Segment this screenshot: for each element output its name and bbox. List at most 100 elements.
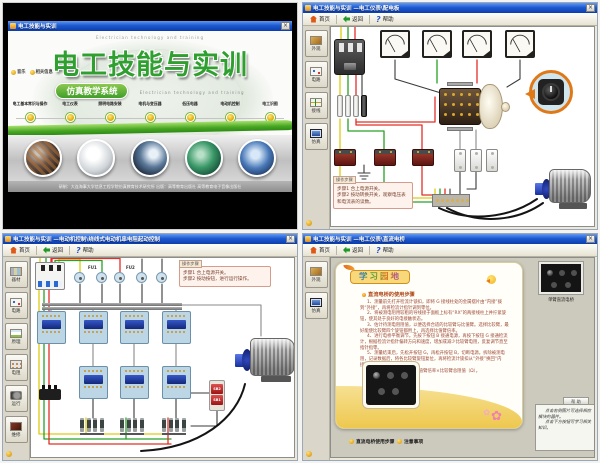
link-label: 注意事项: [404, 438, 423, 445]
simulation-icon: [310, 298, 322, 307]
principle-icon: [10, 329, 22, 338]
info-button[interactable]: 相关信息: [30, 69, 53, 75]
back-icon: [43, 247, 50, 254]
sidebar: 外观 仿真: [303, 257, 330, 460]
window-distribution-board: 电工技能与实训 —电工仪表\配电板 × 首页 返回 帮助 外观 电路 接线 仿真: [302, 2, 598, 230]
back-icon: [343, 16, 350, 23]
titlebar: 电工技能与实训 ×: [8, 21, 292, 31]
contactor: [79, 311, 108, 344]
analog-meter-3: [462, 30, 492, 58]
close-icon[interactable]: ×: [586, 4, 595, 12]
content-title: 直流电桥的使用步骤: [368, 291, 415, 298]
sidebar-button-circuit[interactable]: 电路: [305, 61, 328, 88]
menu-item-label: 电工仪表: [52, 101, 89, 107]
sidebar-button-simulation[interactable]: 仿真: [305, 292, 328, 319]
operation-steps-box: 操作步骤 步骤1 合上电源开关。 步骤2 按动转换开关，观察电压表和电流表的读数…: [333, 182, 413, 209]
app-icon: [5, 236, 11, 242]
sidebar-button-resistors[interactable]: 电阻: [5, 354, 28, 381]
menu-item-instruments[interactable]: 电工仪表: [50, 101, 90, 126]
pushbutton-sb1[interactable]: SB1: [211, 395, 223, 405]
menu-circle-button[interactable]: [186, 113, 195, 122]
english-caption-top: Electrician technology and training: [8, 35, 292, 40]
sidebar-button-wiring[interactable]: 接线: [305, 92, 328, 119]
sidebar-button-appearance[interactable]: 外观: [305, 30, 328, 57]
music-button[interactable]: 音乐: [11, 69, 26, 75]
motor-base: [261, 376, 291, 382]
back-button[interactable]: 返回: [339, 245, 367, 255]
corner-ball-icon: [6, 451, 12, 457]
sidebar-label: 电阻: [12, 370, 21, 376]
back-icon: [343, 247, 350, 254]
menu-circle-button[interactable]: [26, 113, 35, 122]
sidebar-button-appearance[interactable]: 外观: [305, 261, 328, 288]
circuit-icon: [10, 298, 22, 307]
power-switch[interactable]: [334, 39, 365, 75]
home-label: 首页: [319, 15, 330, 23]
close-icon[interactable]: ×: [586, 235, 595, 243]
run-icon: [10, 391, 22, 400]
menu-item-lighting[interactable]: 照明电路安装: [90, 101, 130, 126]
chick-icon: [487, 275, 496, 284]
sidebar-button-principle[interactable]: 原理: [5, 323, 28, 350]
sidebar-button-repair[interactable]: 维修: [5, 416, 28, 443]
home-button[interactable]: 首页: [306, 14, 334, 24]
bridge-thumbnail[interactable]: [539, 262, 583, 294]
titlebar: 电工技能与实训 —电工仪表\配电板 ×: [303, 3, 597, 13]
help-label: 帮助: [383, 15, 394, 23]
sidebar-button-equipment[interactable]: 器材: [5, 261, 28, 288]
help-button[interactable]: 帮助: [372, 245, 398, 255]
close-icon[interactable]: ×: [281, 22, 290, 30]
photo-breaker[interactable]: [131, 139, 169, 177]
toolbar-separator: [336, 246, 337, 255]
corner-buttons: 音乐 相关信息: [11, 69, 53, 75]
contactor: [79, 366, 108, 399]
photo-meter[interactable]: [77, 139, 115, 177]
menu-circle-button[interactable]: [146, 113, 155, 122]
help-button[interactable]: 帮助: [372, 14, 398, 24]
changeover-switch[interactable]: [439, 82, 511, 132]
toolbar-separator: [69, 246, 70, 255]
help-button[interactable]: 帮助: [72, 245, 98, 255]
learning-card: 学习园地 直流电桥的使用步骤 1、测量前先打开检流计锁扣，即将 G 接线柱处的金…: [335, 262, 523, 429]
flower-icon: [484, 406, 502, 424]
sidebar-button-simulation[interactable]: 仿真: [305, 123, 328, 150]
home-button[interactable]: 首页: [306, 245, 334, 255]
menu-circle-button[interactable]: [66, 113, 75, 122]
menu-item-label: 电工识图: [252, 101, 289, 107]
fuse: [345, 95, 351, 117]
subtitle-badge: 仿真教学系统: [55, 83, 128, 99]
menu-item-basics[interactable]: 电工基本常识与操作: [10, 101, 50, 126]
rotary-knob-icon[interactable]: [542, 83, 560, 101]
step-paragraph: 2、将被测电阻用较粗的导线接于面板上标有“RX”的两接线柱上并拧紧旋钮，使其处于…: [360, 311, 512, 322]
photo-wires[interactable]: [24, 139, 62, 177]
link-bullet-icon: [397, 439, 402, 444]
link-precautions[interactable]: 注意事项: [397, 438, 423, 445]
home-icon: [10, 247, 17, 254]
contactor-coil: [84, 375, 103, 384]
photo-components[interactable]: [238, 139, 276, 177]
close-icon[interactable]: ×: [286, 235, 295, 243]
switch-knob[interactable]: [501, 102, 510, 112]
analog-meter-2: [422, 30, 452, 58]
link-usage-steps[interactable]: 直流电桥使用步骤: [349, 438, 394, 445]
home-label: 首页: [19, 246, 30, 254]
contactor: [162, 311, 191, 344]
menu-item-label: 低压电器: [172, 101, 209, 107]
motor: [535, 167, 593, 211]
window-title: 电工技能与实训 —电工仪表\直流电桥: [313, 235, 584, 243]
sidebar: 器材 电路 原理 电阻 运行 维修: [3, 257, 30, 460]
sidebar-button-run[interactable]: 运行: [5, 385, 28, 412]
sidebar-label: 仿真: [312, 139, 321, 145]
sidebar-button-circuit[interactable]: 电路: [5, 292, 28, 319]
power-switch[interactable]: [35, 262, 65, 290]
back-button[interactable]: 返回: [339, 14, 367, 24]
isolator-switch[interactable]: [39, 389, 61, 400]
menu-circle-button[interactable]: [106, 113, 115, 122]
pushbutton-sb2[interactable]: SB2: [211, 384, 223, 394]
home-button[interactable]: 首页: [6, 245, 34, 255]
photo-motor[interactable]: [185, 139, 223, 177]
window-title: 电工技能与实训 —电工仪表\配电板: [313, 4, 584, 12]
contactor: [120, 311, 149, 344]
back-button[interactable]: 返回: [39, 245, 67, 255]
subtitle-row: 仿真教学系统 Electrician technology and traini…: [8, 79, 292, 99]
